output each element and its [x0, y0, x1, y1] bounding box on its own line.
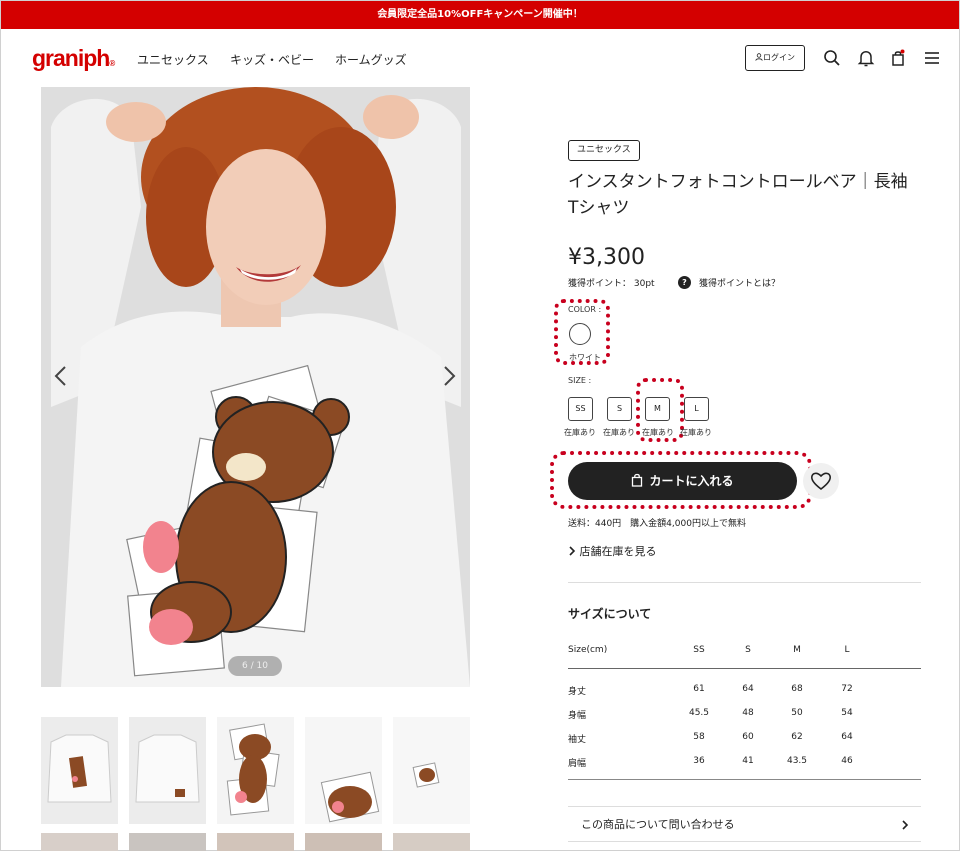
stock-status-l: 在庫あり — [680, 428, 712, 437]
size-label: SIZE : — [568, 376, 592, 385]
add-to-cart-button[interactable]: カートに入れる — [568, 462, 797, 500]
menu-icon[interactable] — [922, 48, 942, 68]
thumbnail-10[interactable] — [393, 833, 470, 851]
size-option-ss[interactable]: SS — [568, 397, 593, 421]
nav-home-goods[interactable]: ホームグッズ — [335, 51, 407, 68]
points-earned: 獲得ポイント： 30pt — [568, 279, 655, 289]
size-table-cell: 41 — [742, 756, 754, 766]
thumbnail-strip — [41, 717, 470, 851]
size-table-cell: 58 — [693, 732, 705, 742]
size-option-l[interactable]: L — [684, 397, 709, 421]
thumbnail-7[interactable] — [129, 833, 206, 851]
gallery-counter: 6 / 10 — [228, 656, 282, 676]
thumbnail-6[interactable] — [41, 833, 118, 851]
thumbnail-4[interactable] — [305, 717, 382, 824]
size-table-cell: 68 — [791, 684, 803, 694]
size-section-heading: サイズについて — [568, 607, 652, 621]
favorite-button[interactable] — [803, 463, 839, 499]
heart-icon — [810, 472, 832, 491]
thumbnail-5[interactable] — [393, 717, 470, 824]
stock-status-ss: 在庫あり — [564, 428, 596, 437]
size-table-header-l: L — [844, 645, 850, 655]
thumbnail-9[interactable] — [305, 833, 382, 851]
size-table-cell: 60 — [742, 732, 754, 742]
size-option-m[interactable]: M — [645, 397, 670, 421]
chevron-right-icon[interactable] — [439, 364, 459, 388]
size-table-cell: 72 — [841, 684, 853, 694]
size-table-header-rule — [568, 668, 921, 669]
product-title: インスタントフォトコントロールベア｜長袖Tシャツ — [568, 172, 908, 218]
color-name: ホワイト — [569, 353, 601, 362]
size-row-label-sleeve: 袖丈 — [568, 735, 587, 745]
size-table-header-s: S — [745, 645, 751, 655]
bag-icon — [632, 473, 643, 487]
product-price: ¥3,300 — [568, 245, 645, 270]
thumbnail-1[interactable] — [41, 717, 118, 824]
chevron-right-icon — [902, 820, 909, 830]
thumbnail-8[interactable] — [217, 833, 294, 851]
size-row-label-length: 身丈 — [568, 687, 587, 697]
stock-status-m: 在庫あり — [642, 428, 674, 437]
store-stock-link[interactable]: 店舗在庫を見る — [568, 543, 657, 559]
stock-status-s: 在庫あり — [603, 428, 635, 437]
help-icon[interactable]: ? — [678, 276, 691, 289]
size-table-cell: 62 — [791, 732, 803, 742]
size-row-label-shoulder: 肩幅 — [568, 759, 587, 769]
campaign-banner[interactable]: 会員限定全品10%OFFキャンペーン開催中！ — [1, 1, 959, 29]
login-button[interactable]: ログイン — [745, 45, 805, 71]
size-option-s[interactable]: S — [607, 397, 632, 421]
size-table-cell: 36 — [693, 756, 705, 766]
thumbnail-2[interactable] — [129, 717, 206, 824]
chevron-right-icon — [569, 546, 576, 556]
product-main-image[interactable]: 6 / 10 — [41, 87, 470, 687]
model-photo-illustration — [41, 87, 470, 687]
size-table-header-m: M — [793, 645, 801, 655]
points-help-link[interactable]: 獲得ポイントとは？ — [699, 276, 780, 289]
size-table-header-label: Size(cm) — [568, 645, 608, 655]
chevron-left-icon[interactable] — [51, 364, 71, 388]
size-table-cell: 43.5 — [786, 756, 808, 766]
size-table-cell: 64 — [841, 732, 853, 742]
color-swatch-white[interactable] — [569, 323, 591, 345]
shipping-info: 送料：440円 購入金額4,000円以上で無料 — [568, 519, 746, 529]
size-table-cell: 64 — [742, 684, 754, 694]
size-table-cell: 45.5 — [688, 708, 710, 718]
size-table-header-ss: SS — [693, 645, 705, 655]
size-table-cell: 46 — [841, 756, 853, 766]
user-icon — [755, 53, 763, 61]
thumbnail-3[interactable] — [217, 717, 294, 824]
size-table-cell: 48 — [742, 708, 754, 718]
category-tag: ユニセックス — [568, 140, 640, 161]
nav-kids-baby[interactable]: キッズ・ベビー — [230, 51, 314, 68]
color-label: COLOR : — [568, 305, 602, 314]
cart-icon[interactable] — [888, 48, 908, 68]
size-table-cell: 50 — [791, 708, 803, 718]
nav-unisex[interactable]: ユニセックス — [137, 51, 209, 68]
product-inquiry-link[interactable]: この商品について問い合わせる — [568, 806, 921, 842]
size-row-label-width: 身幅 — [568, 711, 587, 721]
section-divider — [568, 582, 921, 583]
size-table-cell: 54 — [841, 708, 853, 718]
size-table-bottom-rule — [568, 779, 921, 780]
brand-logo[interactable]: graniph® — [32, 45, 115, 72]
size-table-cell: 61 — [693, 684, 705, 694]
site-header: graniph® ユニセックス キッズ・ベビー ホームグッズ ログイン — [1, 29, 959, 87]
search-icon[interactable] — [822, 48, 842, 68]
bell-icon[interactable] — [856, 48, 876, 68]
